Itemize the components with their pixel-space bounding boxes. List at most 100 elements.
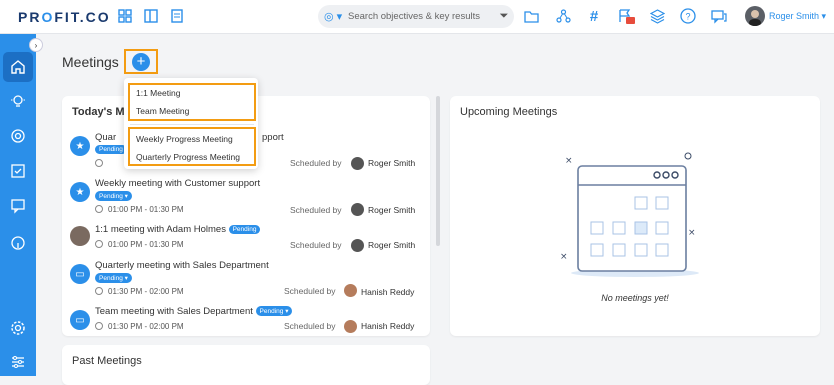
board-icon[interactable] [142,7,160,25]
report-icon[interactable] [168,7,186,25]
meeting-title: Weekly meeting with Customer support [95,178,261,189]
flag-icon[interactable] [617,7,635,25]
search-bar[interactable]: ◎ ▾ Search objectives & key results ⏷ [318,5,514,28]
avatar [351,203,364,216]
card-icon: ▭ [70,310,90,330]
scheduler-name: Hanish Reddy [361,321,415,331]
top-bar: PROFIT.CO ◎ ▾ Search objectives & key re… [0,0,834,34]
status-label: Pending [99,146,123,153]
menu-divider [130,124,254,125]
add-meeting-button[interactable]: + [124,49,158,74]
star-icon: ★ [70,182,90,202]
empty-state-text: No meetings yet! [601,293,669,303]
time-label: 01:30 PM - 02:00 PM [108,322,184,331]
status-badge[interactable]: Pending [228,224,261,234]
sliders-icon[interactable] [6,350,30,374]
settings-icon[interactable] [6,316,30,340]
scheduler-name: Roger Smith [368,205,416,215]
menu-item-team-meeting[interactable]: Team Meeting [136,106,189,116]
meeting-title-text: Team meeting with Sales Department [95,306,253,317]
avatar [70,226,90,246]
grid-icon[interactable] [116,7,134,25]
layers-icon[interactable] [648,7,666,25]
meeting-title: 1:1 meeting with Adam Holmes Pending [95,224,261,235]
scheduled-by-label: Scheduled by [290,158,342,168]
bulb-icon[interactable] [6,89,30,113]
sidebar-toggle-button[interactable]: › [29,38,43,52]
meeting-item[interactable]: ▭ Team meeting with Sales Department Pen… [70,306,420,346]
meeting-title: Quar [95,132,117,143]
meeting-item[interactable]: 1:1 meeting with Adam Holmes Pending 01:… [70,222,420,262]
svg-text:×: × [688,228,696,238]
meeting-time [95,159,108,168]
scheduled-by-label: Scheduled by [290,240,342,250]
meeting-title-end: pport [262,132,284,143]
menu-item-weekly-progress[interactable]: Weekly Progress Meeting [136,134,233,144]
past-meetings-title: Past Meetings [72,355,142,367]
menu-item-quarterly-progress[interactable]: Quarterly Progress Meeting [136,152,240,162]
star-icon: ★ [70,136,90,156]
status-label: Pending [99,275,123,282]
user-menu[interactable]: Roger Smith ▾ [769,11,826,22]
user-avatar[interactable] [745,6,765,26]
status-badge[interactable]: Pending ▾ [255,306,293,317]
time-label: 01:00 PM - 01:30 PM [108,240,184,249]
task-icon[interactable] [6,159,30,183]
scheduler-name: Roger Smith [368,240,416,250]
message-icon[interactable] [6,194,30,218]
user-name-label: Roger Smith [769,11,820,21]
target-icon[interactable]: ◎ ▾ [324,10,348,23]
page-title: Meetings [62,54,119,70]
meeting-item[interactable]: ▭ Quarterly meeting with Sales Departmen… [70,260,420,300]
todays-meetings-title: Today's M [72,106,125,118]
status-label: Pending [259,308,284,316]
plus-icon: + [132,52,150,71]
svg-text:×: × [565,156,573,166]
avatar [351,239,364,252]
meeting-time: 01:00 PM - 01:30 PM [95,240,184,249]
clock-icon [95,287,103,295]
chat-icon[interactable] [710,7,728,25]
scheduler-name: Roger Smith [368,158,416,168]
status-badge[interactable]: Pending ▾ [95,273,132,283]
help-icon[interactable]: ? [679,7,697,25]
hashtag-icon[interactable]: # [585,7,603,25]
meeting-time: 01:30 PM - 02:00 PM [95,287,184,296]
meeting-title: Quarterly meeting with Sales Department [95,260,269,271]
scheduler-name: Hanish Reddy [361,287,415,297]
filter-icon[interactable]: ⏷ [494,10,514,23]
clock-icon [95,159,103,167]
scheduled-by-label: Scheduled by [284,286,336,296]
time-label: 01:00 PM - 01:30 PM [108,205,184,214]
clock-icon [95,322,103,330]
svg-text:×: × [560,252,568,262]
upcoming-meetings-title: Upcoming Meetings [460,106,558,118]
target-nav-icon[interactable] [6,124,30,148]
sidebar [0,34,36,376]
search-input[interactable]: Search objectives & key results [348,11,494,22]
clock-icon [95,240,103,248]
hierarchy-icon[interactable] [554,7,572,25]
meeting-time: 01:30 PM - 02:00 PM [95,322,184,331]
meeting-item[interactable]: ★ Weekly meeting with Customer support P… [70,178,420,218]
status-label: Pending [99,193,123,200]
status-badge[interactable]: Pending [95,145,127,154]
card-icon: ▭ [70,264,90,284]
folder-icon[interactable] [522,7,540,25]
svg-text:?: ? [685,12,690,22]
clock-icon [95,205,103,213]
app-logo[interactable]: PROFIT.CO [18,9,111,25]
meeting-title: Team meeting with Sales Department Pendi… [95,306,293,317]
empty-calendar-illustration: × × × [560,152,699,277]
avatar [351,157,364,170]
status-badge[interactable]: Pending ▾ [95,191,132,201]
meeting-title-text: 1:1 meeting with Adam Holmes [95,224,226,235]
menu-item-one-on-one[interactable]: 1:1 Meeting [136,88,180,98]
avatar [344,320,357,333]
scheduled-by-label: Scheduled by [284,321,336,331]
home-icon[interactable] [3,52,33,82]
scrollbar[interactable] [436,96,440,246]
past-meetings-card: Past Meetings [62,345,430,385]
gauge-icon[interactable] [6,231,30,255]
meeting-time: 01:00 PM - 01:30 PM [95,205,184,214]
